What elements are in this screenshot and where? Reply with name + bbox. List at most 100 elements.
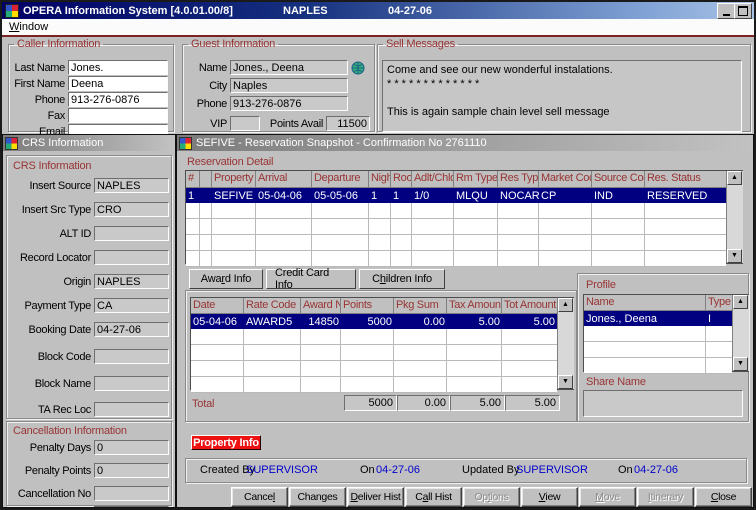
view-button[interactable]: View: [521, 487, 578, 507]
field-row: VIP Points Avail 11500: [185, 116, 370, 131]
guest-name-label: Name: [185, 62, 227, 74]
snapshot-window-icon: [179, 137, 192, 150]
scroll-up-icon[interactable]: ▲: [727, 171, 742, 185]
scroll-down-icon[interactable]: ▼: [733, 357, 748, 371]
cell: 1: [186, 188, 200, 203]
call-hist-button[interactable]: Call Hist: [405, 487, 462, 507]
column-header: Rm Type: [454, 171, 498, 188]
field-row: Insert Src TypeCRO: [9, 202, 169, 217]
cell: 1: [369, 188, 391, 203]
menu-window[interactable]: Window: [9, 21, 48, 33]
updated-on-value: 04-27-06: [634, 464, 678, 476]
insert-src-type-label: Insert Src Type: [9, 204, 91, 216]
table-header-row: Name Type: [584, 295, 732, 311]
cell: I: [706, 311, 732, 326]
crs-information-window: CRS Information CRS Information Insert S…: [2, 134, 176, 508]
guest-city-label: City: [185, 80, 227, 92]
empty-table-row: [584, 342, 732, 358]
scroll-up-icon[interactable]: ▲: [558, 298, 573, 312]
field-row: Block Name: [9, 376, 169, 391]
tab-children-info[interactable]: Children Info: [359, 269, 445, 289]
total-tax-amount-field: 5.00: [450, 395, 505, 411]
column-header: Tot Amount: [502, 298, 557, 314]
award-info-panel: Date Rate Code Award No Points Pkg Sum T…: [185, 290, 577, 422]
reservation-detail-table: # Property Arrival Departure Night Roon …: [185, 170, 743, 264]
empty-table-row: [191, 361, 557, 377]
field-row: OriginNAPLES: [9, 274, 169, 289]
cell: RESERVED: [645, 188, 726, 203]
first-name-input[interactable]: Deena: [68, 76, 168, 91]
sell-message-line: [387, 91, 737, 105]
updated-on-label: On: [618, 464, 633, 476]
cell: 5000: [341, 314, 394, 329]
property-info-button[interactable]: Property Info: [191, 435, 261, 450]
window-titlebar: OPERA Information System [4.0.01.00/8] N…: [2, 2, 754, 19]
column-header: Source Code: [592, 171, 645, 188]
vip-field: [230, 116, 260, 131]
tab-award-info[interactable]: Award Info: [189, 269, 263, 289]
deliver-hist-button[interactable]: Deliver Hist: [347, 487, 404, 507]
award-row-selected[interactable]: 05-04-06 AWARD5 14850 5000 0.00 5.00 5.0…: [191, 314, 557, 329]
cell: 1/0: [412, 188, 454, 203]
tab-credit-card-info[interactable]: Credit Card Info: [266, 269, 356, 289]
award-table-scrollbar[interactable]: ▲ ▼: [557, 298, 574, 389]
cancel-button[interactable]: Cancel: [231, 487, 288, 507]
fax-input[interactable]: [68, 108, 168, 123]
minimize-button[interactable]: [717, 3, 735, 19]
caller-phone-input[interactable]: 913-276-0876: [68, 92, 168, 107]
points-avail-field: 11500: [326, 116, 370, 131]
titlebar-business-date: 04-27-06: [388, 5, 432, 17]
guest-information-group: Guest Information Name Jones., Deena Cit…: [182, 38, 375, 132]
scroll-down-icon[interactable]: ▼: [727, 249, 742, 263]
ta-rec-loc-label: TA Rec Loc: [9, 404, 91, 416]
field-row: Name Jones., Deena: [185, 60, 365, 75]
minimize-icon: [723, 14, 730, 16]
action-button-row: Cancel Changes Deliver Hist Call Hist Op…: [231, 487, 752, 507]
last-name-label: Last Name: [11, 62, 65, 74]
empty-table-row: [191, 377, 557, 393]
booking-date-label: Booking Date: [9, 324, 91, 336]
scroll-down-icon[interactable]: ▼: [558, 375, 573, 389]
field-row: Last Name Jones.: [11, 60, 168, 75]
table-header-row: # Property Arrival Departure Night Roon …: [186, 171, 726, 188]
reservation-row-selected[interactable]: 1 SEFIVE 05-04-06 05-05-06 1 1 1/0 MLQU …: [186, 188, 726, 203]
reservation-table-scrollbar[interactable]: ▲ ▼: [726, 171, 743, 263]
profile-table-scrollbar[interactable]: ▲ ▼: [732, 295, 749, 371]
scroll-up-icon[interactable]: ▲: [733, 295, 748, 309]
column-header: #: [186, 171, 200, 188]
total-points-field: 5000: [344, 395, 397, 411]
cell: CP: [539, 188, 592, 203]
empty-table-row: [584, 358, 732, 374]
snapshot-window-title: SEFIVE - Reservation Snapshot - Confirma…: [196, 137, 487, 149]
sell-message-line: * * * * * * * * * * * * *: [387, 77, 737, 91]
share-name-heading: Share Name: [586, 376, 646, 388]
column-header: Departure: [312, 171, 369, 188]
column-header: Property: [212, 171, 256, 188]
itinerary-button[interactable]: Itinerary: [637, 487, 694, 507]
field-row: Cancellation No: [9, 486, 169, 501]
column-header: Res. Status: [645, 171, 726, 188]
options-button[interactable]: Options: [463, 487, 520, 507]
created-on-label: On: [360, 464, 375, 476]
maximize-icon: [738, 6, 748, 16]
maximize-button[interactable]: [734, 3, 752, 19]
cell: MLQU: [454, 188, 498, 203]
payment-type-label: Payment Type: [9, 300, 91, 312]
changes-button[interactable]: Changes: [289, 487, 346, 507]
field-row: Block Code: [9, 349, 169, 364]
profile-globe-icon[interactable]: [351, 61, 365, 75]
last-name-input[interactable]: Jones.: [68, 60, 168, 75]
updated-by-label: Updated By: [462, 464, 519, 476]
move-button[interactable]: Move: [579, 487, 636, 507]
menu-bar: Window: [2, 19, 754, 35]
profile-panel: Profile Name Type Jones., Deena I: [577, 273, 749, 422]
column-header: Date: [191, 298, 244, 314]
alt-id-label: ALT ID: [9, 228, 91, 240]
table-header-row: Date Rate Code Award No Points Pkg Sum T…: [191, 298, 557, 314]
column-header: Rate Code: [244, 298, 301, 314]
close-button[interactable]: Close: [695, 487, 752, 507]
alt-id-field: [94, 226, 169, 241]
profile-row-selected[interactable]: Jones., Deena I: [584, 311, 732, 326]
crs-window-title: CRS Information: [22, 137, 103, 149]
field-row: Payment TypeCA: [9, 298, 169, 313]
